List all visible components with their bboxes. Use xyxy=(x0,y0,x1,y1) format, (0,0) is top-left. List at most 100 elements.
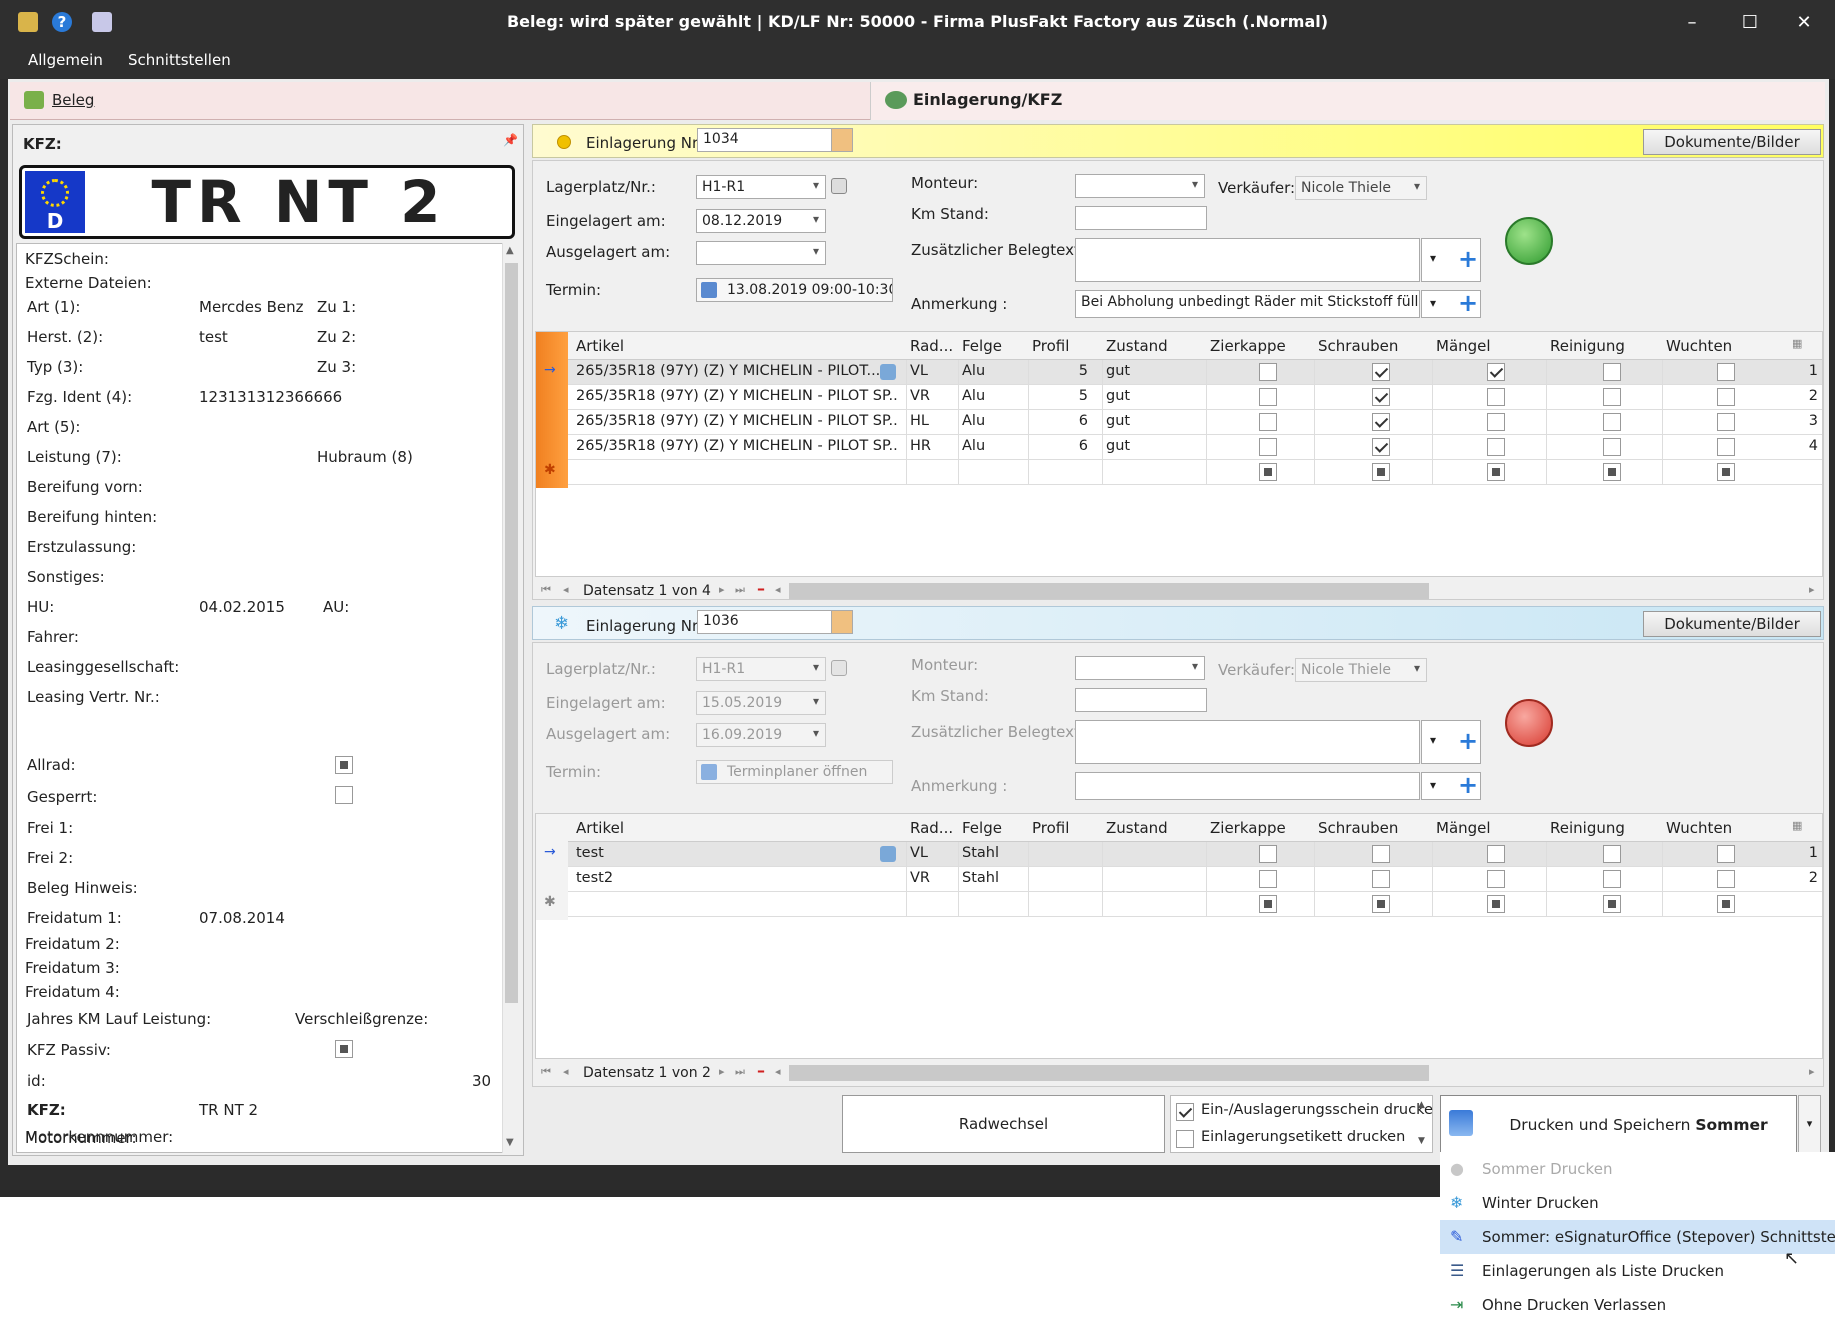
grid-column-header[interactable]: Schrauben xyxy=(1318,337,1398,355)
hscroll-thumb[interactable] xyxy=(789,583,1429,599)
checkbox-zier[interactable] xyxy=(1259,363,1277,381)
checkbox-zier[interactable] xyxy=(1259,463,1277,481)
menu-item[interactable]: ☰ Einlagerungen als Liste Drucken xyxy=(1440,1254,1835,1288)
kfz-passiv-checkbox[interactable] xyxy=(335,1040,353,1058)
lagerplatz-lookup-icon[interactable] xyxy=(831,660,847,676)
cell-profil[interactable]: 6 xyxy=(1032,413,1088,429)
cell-zustand[interactable]: gut xyxy=(1106,388,1198,404)
menu-item[interactable]: ● Sommer Drucken xyxy=(1440,1152,1835,1186)
cell-profil[interactable]: 6 xyxy=(1032,438,1088,454)
checkbox-zier[interactable] xyxy=(1259,845,1277,863)
cell-artikel[interactable]: 265/35R18 (97Y) (Z) Y MICHELIN - PILOT S… xyxy=(576,438,898,454)
checkbox-zier[interactable] xyxy=(1259,413,1277,431)
hscroll-right-icon[interactable]: ▸ xyxy=(1809,1065,1815,1078)
checkbox-maengel[interactable] xyxy=(1487,870,1505,888)
hscroll-left-icon[interactable]: ◂ xyxy=(775,583,781,596)
ausgelagert-date-field[interactable] xyxy=(696,241,826,265)
checkbox-maengel[interactable] xyxy=(1487,363,1505,381)
nav-next-icon[interactable]: ▸ xyxy=(719,1065,725,1078)
opt-etikett-checkbox[interactable] xyxy=(1176,1130,1194,1148)
cell-rad[interactable]: VL xyxy=(910,845,950,861)
nav-last-icon[interactable]: ⏭ xyxy=(735,1065,745,1079)
einlagerung1-docs-button[interactable]: Dokumente/Bilder xyxy=(1643,129,1821,155)
scroll-thumb[interactable] xyxy=(505,263,518,1003)
grid-column-header[interactable]: Felge xyxy=(962,819,1002,837)
scroll-down-icon[interactable]: ▼ xyxy=(1418,1136,1425,1146)
scroll-down-icon[interactable]: ▼ xyxy=(506,1137,514,1148)
nav-last-icon[interactable]: ⏭ xyxy=(735,583,745,597)
verkaeufer-select[interactable]: Nicole Thiele xyxy=(1295,176,1427,200)
checkbox-rein[interactable] xyxy=(1603,845,1621,863)
cell-felge[interactable]: Alu xyxy=(962,413,1020,429)
cell-artikel[interactable]: test2 xyxy=(576,870,898,886)
kfz-scrollbar[interactable]: ▲ ▼ xyxy=(502,243,520,1153)
monteur-select[interactable] xyxy=(1075,174,1205,198)
cell-rad[interactable]: HL xyxy=(910,413,950,429)
nav-delete-icon[interactable]: – xyxy=(757,579,765,598)
menu-item[interactable]: ❄ Winter Drucken xyxy=(1440,1186,1835,1220)
anmerkung-field[interactable]: Bei Abholung unbedingt Räder mit Stickst… xyxy=(1075,290,1420,318)
termin-field[interactable]: 13.08.2019 09:00-10:30 xyxy=(696,278,893,302)
grid-column-header[interactable]: Schrauben xyxy=(1318,819,1398,837)
menu-item[interactable]: ✎ Sommer: eSignaturOffice (Stepover) Schn… xyxy=(1440,1220,1835,1254)
chevron-down-icon[interactable]: ▾ xyxy=(1430,733,1436,747)
minimize-button[interactable]: – xyxy=(1677,10,1707,36)
opt-schein-checkbox[interactable] xyxy=(1176,1103,1194,1121)
close-button[interactable]: ✕ xyxy=(1789,10,1819,36)
menu-item[interactable]: ⇥ Ohne Drucken Verlassen xyxy=(1440,1288,1835,1322)
checkbox-wucht[interactable] xyxy=(1717,413,1735,431)
table-row[interactable]: 265/35R18 (97Y) (Z) Y MICHELIN - PILOT S… xyxy=(568,435,1822,460)
checkbox-schr[interactable] xyxy=(1372,870,1390,888)
nav-first-icon[interactable]: ⏮ xyxy=(541,583,551,597)
hscroll-left-icon[interactable]: ◂ xyxy=(775,1065,781,1078)
checkbox-schr[interactable] xyxy=(1372,388,1390,406)
anmerkung-field[interactable] xyxy=(1075,772,1420,800)
table-row[interactable]: test2 VR Stahl 2 xyxy=(568,867,1822,892)
add-icon[interactable]: + xyxy=(1458,727,1478,755)
checkbox-rein[interactable] xyxy=(1603,413,1621,431)
cell-artikel[interactable]: 265/35R18 (97Y) (Z) Y MICHELIN - PILOT..… xyxy=(576,363,898,379)
cell-felge[interactable]: Alu xyxy=(962,438,1020,454)
cell-artikel[interactable]: 265/35R18 (97Y) (Z) Y MICHELIN - PILOT S… xyxy=(576,413,898,429)
maximize-button[interactable]: ☐ xyxy=(1735,10,1765,36)
grid-column-header[interactable]: Wuchten xyxy=(1666,337,1732,355)
monteur-select[interactable] xyxy=(1075,656,1205,680)
new-row[interactable] xyxy=(568,892,1822,917)
verkaeufer-select[interactable]: Nicole Thiele xyxy=(1295,658,1427,682)
article-lookup-icon[interactable] xyxy=(880,364,896,380)
cell-artikel[interactable]: 265/35R18 (97Y) (Z) Y MICHELIN - PILOT S… xyxy=(576,388,898,404)
checkbox-schr[interactable] xyxy=(1372,895,1390,913)
allrad-checkbox[interactable] xyxy=(335,756,353,774)
calculator-icon[interactable] xyxy=(831,128,853,152)
terminplaner-button[interactable]: Terminplaner öffnen xyxy=(696,760,893,784)
nav-first-icon[interactable]: ⏮ xyxy=(541,1065,551,1079)
zusatz-belegtext-field[interactable] xyxy=(1075,720,1420,764)
grid-column-header[interactable]: Zierkappe xyxy=(1210,819,1286,837)
cell-rad[interactable]: VR xyxy=(910,870,950,886)
checkbox-maengel[interactable] xyxy=(1487,438,1505,456)
grid-column-header[interactable]: Felge xyxy=(962,337,1002,355)
checkbox-maengel[interactable] xyxy=(1487,413,1505,431)
cell-felge[interactable]: Alu xyxy=(962,388,1020,404)
grid-column-header[interactable]: Zustand xyxy=(1106,819,1168,837)
calculator-icon[interactable] xyxy=(831,610,853,634)
tab-beleg[interactable]: Beleg xyxy=(10,82,870,120)
grid-column-header[interactable]: Artikel xyxy=(576,819,624,837)
print-save-button[interactable]: Drucken und Speichern Sommer xyxy=(1440,1095,1797,1153)
checkbox-maengel[interactable] xyxy=(1487,463,1505,481)
checkbox-schr[interactable] xyxy=(1372,463,1390,481)
checkbox-wucht[interactable] xyxy=(1717,438,1735,456)
print-dropdown-toggle[interactable]: ▾ xyxy=(1798,1095,1821,1153)
lagerplatz-lookup-icon[interactable] xyxy=(831,178,847,194)
checkbox-wucht[interactable] xyxy=(1717,388,1735,406)
grid-column-header[interactable]: Mängel xyxy=(1436,819,1491,837)
checkbox-zier[interactable] xyxy=(1259,870,1277,888)
checkbox-rein[interactable] xyxy=(1603,870,1621,888)
checkbox-schr[interactable] xyxy=(1372,845,1390,863)
checkbox-schr[interactable] xyxy=(1372,438,1390,456)
cell-rad[interactable]: VL xyxy=(910,363,950,379)
checkbox-rein[interactable] xyxy=(1603,438,1621,456)
grid-column-header[interactable]: Reinigung xyxy=(1550,337,1625,355)
cell-felge[interactable]: Alu xyxy=(962,363,1020,379)
scroll-up-icon[interactable]: ▲ xyxy=(506,245,514,256)
